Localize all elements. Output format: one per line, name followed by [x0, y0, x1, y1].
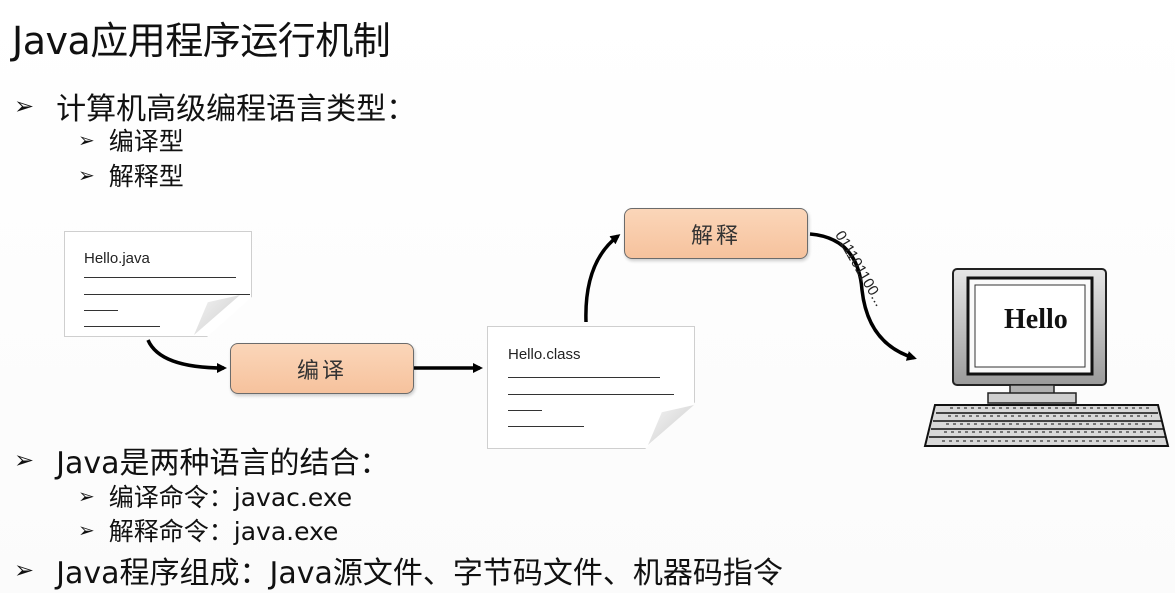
- compile-arrow: [146, 339, 227, 373]
- screen-text: Hello: [1004, 304, 1068, 335]
- interpret-arrow: [584, 234, 621, 323]
- execute-arrow: [809, 232, 917, 361]
- diagram-connectors: [146, 232, 1170, 447]
- computer-icon: [923, 268, 1170, 447]
